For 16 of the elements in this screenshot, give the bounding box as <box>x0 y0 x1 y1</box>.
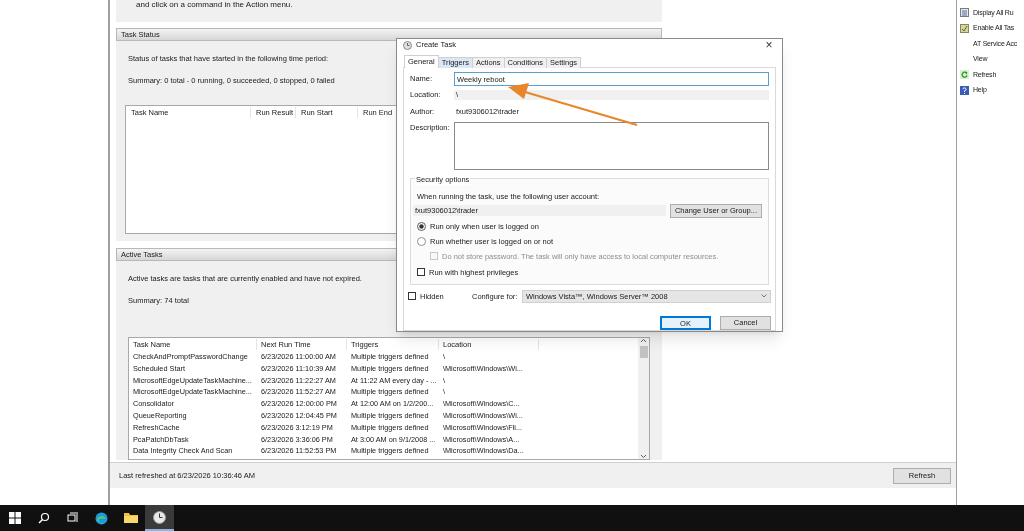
description-field[interactable] <box>454 121 769 170</box>
radio-button[interactable] <box>417 236 426 246</box>
instruction-text: and click on a command in the Action menu. <box>136 0 293 9</box>
checkbox[interactable] <box>408 292 416 301</box>
scrollbar[interactable] <box>638 337 649 459</box>
help-icon <box>960 85 969 95</box>
close-button[interactable]: × <box>762 39 776 51</box>
checkbox[interactable] <box>417 268 425 277</box>
caret-icon <box>761 294 767 299</box>
scroll-up-icon[interactable] <box>640 337 647 344</box>
refresh-icon <box>960 70 969 80</box>
scroll-down-icon[interactable] <box>640 453 647 459</box>
radio-button[interactable] <box>417 221 426 231</box>
list-icon <box>960 8 969 18</box>
clock-icon[interactable] <box>145 505 174 531</box>
scrollbar-thumb[interactable] <box>639 345 648 358</box>
